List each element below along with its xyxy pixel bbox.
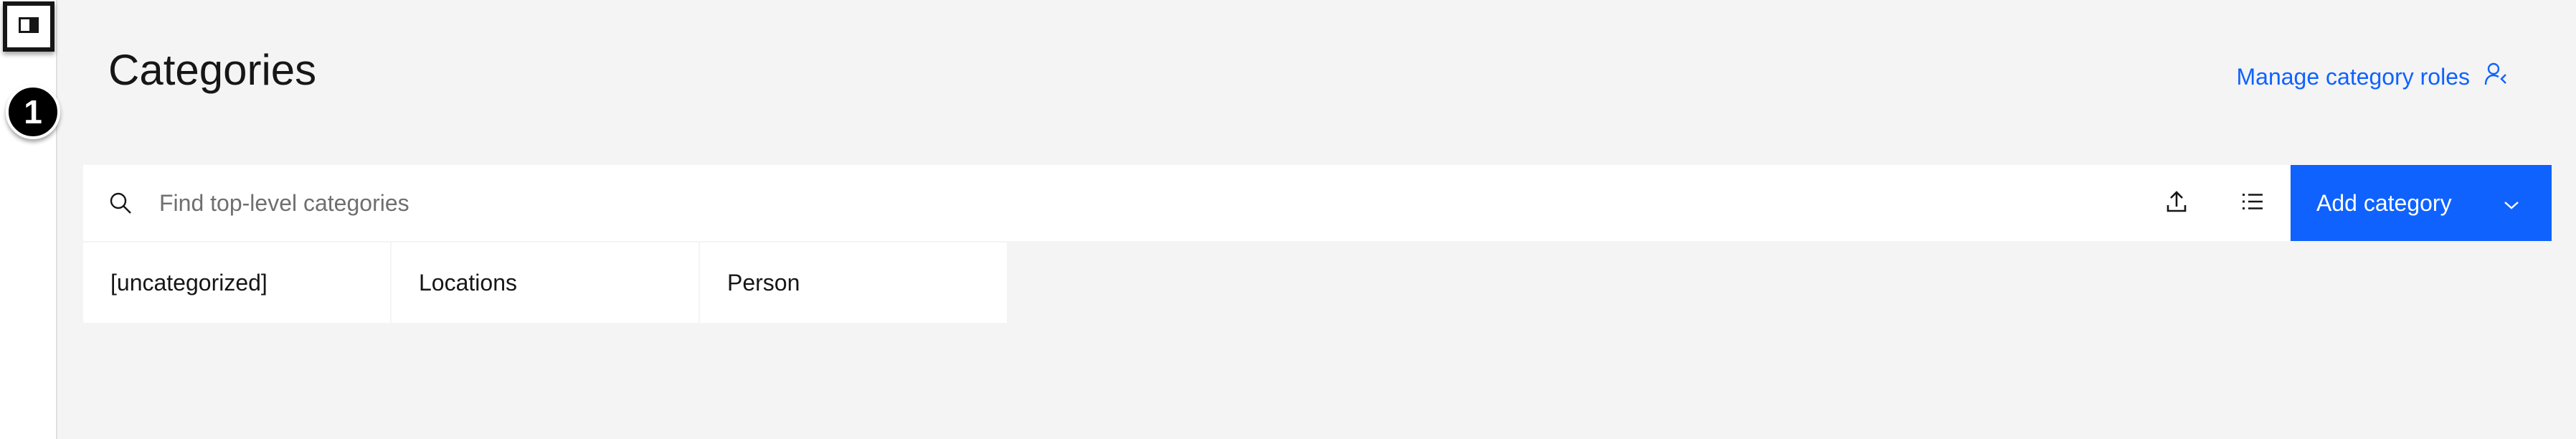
page-title: Categories [108, 46, 317, 94]
list-view-icon [2240, 189, 2265, 217]
user-settings-icon [2484, 62, 2509, 92]
search-input[interactable] [158, 189, 2139, 217]
search-icon [109, 192, 132, 214]
category-tile-label: Locations [419, 269, 517, 296]
import-button[interactable] [2139, 165, 2215, 241]
manage-category-roles-link[interactable]: Manage category roles [2236, 62, 2509, 92]
category-tile-label: [uncategorized] [110, 269, 267, 296]
category-tile-person[interactable]: Person [700, 242, 1007, 323]
category-tiles: [uncategorized] Locations Person [83, 242, 1007, 323]
upload-icon [2164, 189, 2189, 217]
category-tile-label: Person [727, 269, 800, 296]
side-panel-icon [19, 16, 39, 37]
manage-category-roles-label: Manage category roles [2236, 63, 2470, 90]
step-badge: 1 [6, 85, 60, 139]
category-tile-locations[interactable]: Locations [392, 242, 699, 323]
view-options-button[interactable] [2215, 165, 2291, 241]
chevron-down-icon[interactable] [2503, 190, 2520, 217]
categories-toolbar: Add category [83, 165, 2552, 241]
left-rail: 1 [0, 0, 60, 439]
panel-toggle-button[interactable] [3, 1, 55, 52]
category-tile-uncategorized[interactable]: [uncategorized] [83, 242, 390, 323]
add-category-label: Add category [2316, 189, 2452, 216]
add-category-button[interactable]: Add category [2291, 165, 2552, 241]
search-bar [83, 165, 2139, 241]
